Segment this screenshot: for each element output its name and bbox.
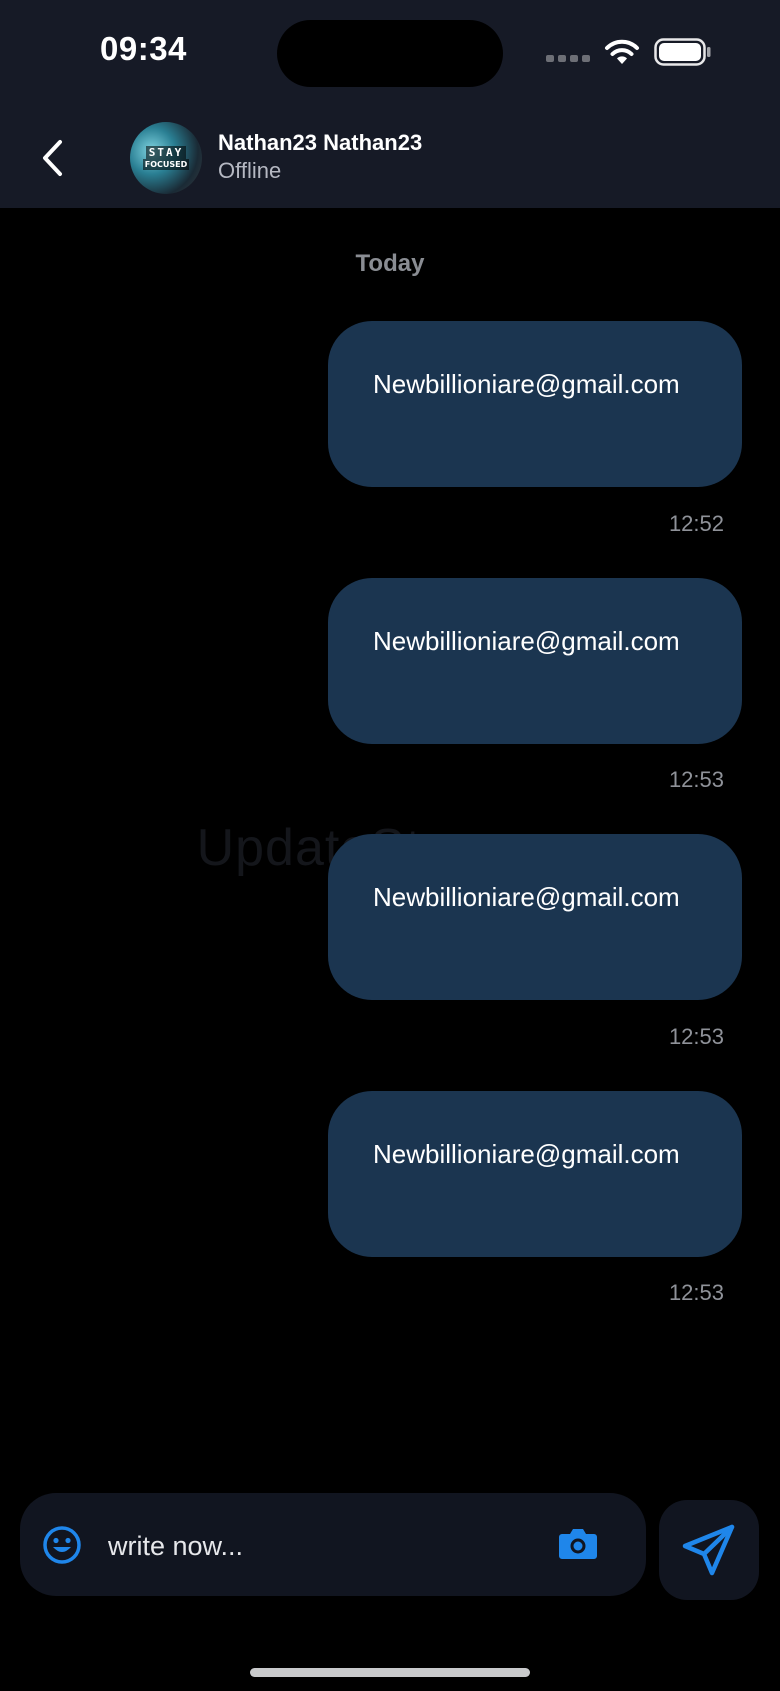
camera-button[interactable]: [558, 1525, 598, 1565]
contact-name[interactable]: Nathan23 Nathan23: [218, 130, 422, 156]
message-bubble[interactable]: Newbillioniare@gmail.com: [328, 834, 742, 1000]
message-time: 12:53: [668, 767, 724, 792]
avatar-text: STAY: [145, 146, 187, 159]
signal-icon: [546, 54, 590, 62]
home-indicator[interactable]: [250, 1668, 530, 1677]
emoji-button[interactable]: [42, 1525, 82, 1565]
chevron-left-icon: [43, 140, 62, 176]
message-time: 12:52: [668, 511, 724, 536]
smiley-icon: [43, 1526, 81, 1564]
avatar-text: FOCUSED: [142, 159, 190, 170]
back-button[interactable]: [30, 128, 74, 188]
dynamic-island: [277, 20, 503, 87]
send-button[interactable]: [659, 1500, 759, 1600]
paper-plane-icon: [682, 1524, 735, 1576]
camera-icon: [559, 1529, 597, 1559]
message-time: 12:53: [668, 1280, 724, 1305]
contact-status: Offline: [218, 158, 282, 183]
message-time: 12:53: [668, 1024, 724, 1049]
date-separator: Today: [355, 250, 425, 277]
message-bubble[interactable]: Newbillioniare@gmail.com: [328, 321, 742, 487]
wifi-icon: [605, 39, 639, 64]
status-icons: [546, 38, 712, 66]
battery-icon: [654, 38, 711, 66]
message-composer: [20, 1493, 646, 1596]
message-bubble[interactable]: Newbillioniare@gmail.com: [328, 1091, 742, 1257]
chat-screen: 09:34 STAY FOCUSED Nathan23 Nathan23 Off…: [0, 0, 780, 1691]
status-time: 09:34: [100, 30, 187, 67]
avatar[interactable]: STAY FOCUSED: [130, 122, 202, 194]
message-input[interactable]: [106, 1517, 530, 1575]
message-bubble[interactable]: Newbillioniare@gmail.com: [328, 578, 742, 744]
